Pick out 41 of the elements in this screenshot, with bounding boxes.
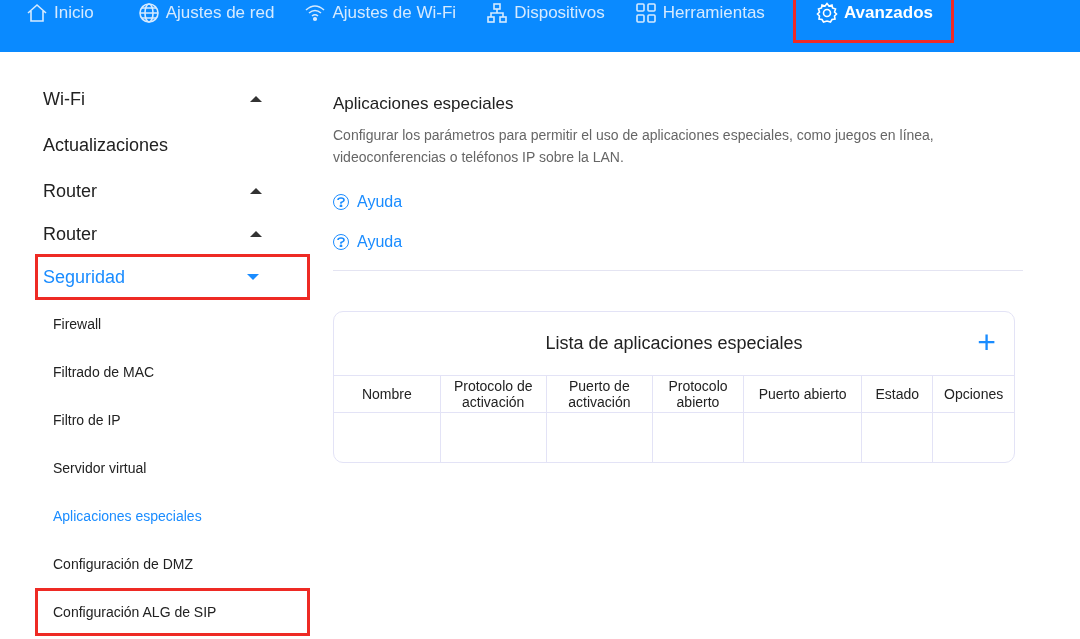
sidebar-item[interactable]: Router	[35, 168, 310, 214]
network-icon	[486, 2, 509, 24]
caret-up-icon	[250, 188, 262, 194]
column-header: Puerto de activación	[546, 375, 653, 413]
sidebar-subitem[interactable]: Configuración ALG de SIP	[35, 588, 310, 636]
caret-down-icon	[247, 274, 259, 280]
help-link[interactable]: Ayuda	[333, 222, 403, 262]
column-header: Estado	[861, 375, 933, 413]
wifi-icon	[304, 2, 327, 24]
nav-tab[interactable]: Herramientas	[632, 0, 773, 43]
table-title: Lista de aplicaciones especiales	[545, 333, 803, 354]
sidebar-subitem[interactable]: Firewall	[35, 300, 310, 348]
grid-icon	[634, 2, 657, 24]
caret-up-icon	[250, 96, 262, 102]
sidebar-subitem[interactable]: Filtrado de MAC	[35, 348, 310, 396]
caret-up-icon	[250, 231, 262, 237]
column-header: Puerto abierto	[743, 375, 862, 413]
sidebar-subitem[interactable]: Aplicaciones especiales	[35, 492, 310, 540]
column-header: Nombre	[334, 375, 441, 413]
column-header: Opciones	[932, 375, 1014, 413]
nav-tab[interactable]: Avanzados	[792, 0, 954, 43]
globe-icon	[137, 2, 160, 24]
sidebar-subitem[interactable]: Configuración de DMZ	[35, 540, 310, 588]
column-header: Protocolo abierto	[652, 375, 744, 413]
sidebar-subitem[interactable]: Servidor virtual	[35, 444, 310, 492]
column-header: Protocolo de activación	[440, 375, 547, 413]
sidebar-item[interactable]: Seguridad	[35, 254, 310, 300]
sidebar-item[interactable]: Router	[35, 214, 310, 254]
sidebar-subitem[interactable]: Filtro de IP	[35, 396, 310, 444]
nav-tab[interactable]: Ajustes de Wi-Fi	[302, 0, 465, 43]
add-button[interactable]: +	[977, 326, 996, 358]
page-description: Configurar los parámetros para permitir el uso de aplicaciones especiales, como juegos en línea, videoconferencias o teléfonos IP sobre la LAN.	[333, 126, 935, 167]
sidebar-item[interactable]: Actualizaciones	[35, 122, 310, 168]
settings-icon	[815, 2, 838, 24]
house-icon	[26, 2, 48, 24]
nav-tab[interactable]: Inicio	[24, 0, 102, 43]
page-title: Aplicaciones especiales	[333, 94, 515, 114]
nav-tab[interactable]: Dispositivos	[484, 0, 613, 43]
sidebar-item[interactable]: Wi-Fi	[35, 76, 310, 122]
help-link[interactable]: Ayuda	[333, 182, 403, 222]
nav-tab[interactable]: Ajustes de red	[135, 0, 283, 43]
